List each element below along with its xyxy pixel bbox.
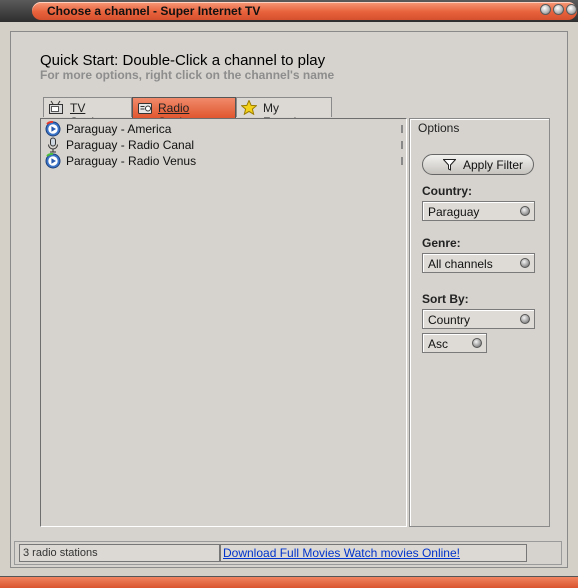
title-bar[interactable]: Choose a channel - Super Internet TV (0, 0, 578, 22)
options-legend: Options (416, 121, 462, 135)
country-label: Country: (422, 184, 472, 198)
row-marker (401, 125, 403, 133)
order-value: Asc (428, 337, 449, 351)
apply-filter-button[interactable]: Apply Filter (422, 154, 534, 175)
sort-label: Sort By: (422, 292, 469, 306)
row-marker (401, 157, 403, 165)
star-icon (241, 100, 257, 115)
tv-icon (49, 100, 63, 114)
promo-cell: Download Full Movies Watch movies Online… (220, 544, 527, 562)
play-icon (45, 121, 61, 137)
genre-value: All channels (428, 257, 493, 271)
microphone-icon (48, 137, 58, 153)
minimize-icon[interactable] (540, 4, 551, 15)
sort-value: Country (428, 313, 471, 327)
maximize-icon[interactable] (553, 4, 564, 15)
sort-select[interactable]: Country (422, 309, 535, 329)
channel-name: Paraguay - America (66, 122, 172, 136)
page-subtitle: For more options, right click on the cha… (40, 68, 335, 82)
tab-tv-stations[interactable]: TV Stations (43, 97, 132, 129)
list-item[interactable]: Paraguay - Radio Venus (45, 153, 405, 169)
dropdown-knob-icon (472, 338, 482, 348)
play-icon (45, 153, 61, 169)
apply-filter-label: Apply Filter (463, 158, 524, 172)
channel-list[interactable]: Paraguay - America Paraguay - Radio Cana… (40, 118, 407, 527)
window-title: Choose a channel - Super Internet TV (47, 4, 261, 18)
close-icon[interactable] (566, 4, 577, 15)
row-marker (401, 141, 403, 149)
genre-select[interactable]: All channels (422, 253, 535, 273)
tab-my-favorites[interactable]: My Favorites (236, 97, 332, 129)
radio-icon (138, 103, 152, 114)
status-count-cell: 3 radio stations (19, 544, 220, 562)
genre-label: Genre: (422, 236, 461, 250)
order-select[interactable]: Asc (422, 333, 487, 353)
country-select[interactable]: Paraguay (422, 201, 535, 221)
channel-name: Paraguay - Radio Venus (66, 154, 197, 168)
title-pill: Choose a channel - Super Internet TV (32, 2, 577, 20)
tab-radio-stations[interactable]: Radio Stations (132, 97, 236, 129)
dropdown-knob-icon (520, 206, 530, 216)
list-item[interactable]: Paraguay - America (45, 121, 405, 137)
page-title: Quick Start: Double-Click a channel to p… (40, 52, 326, 69)
dropdown-knob-icon (520, 258, 530, 268)
list-item[interactable]: Paraguay - Radio Canal (45, 137, 405, 153)
dropdown-knob-icon (520, 314, 530, 324)
channel-name: Paraguay - Radio Canal (66, 138, 195, 152)
bottom-accent-bar (0, 576, 578, 588)
promo-link[interactable]: Download Full Movies Watch movies Online… (223, 546, 460, 560)
country-value: Paraguay (428, 205, 480, 219)
filter-icon (443, 159, 456, 171)
status-count: 3 radio stations (23, 547, 98, 559)
